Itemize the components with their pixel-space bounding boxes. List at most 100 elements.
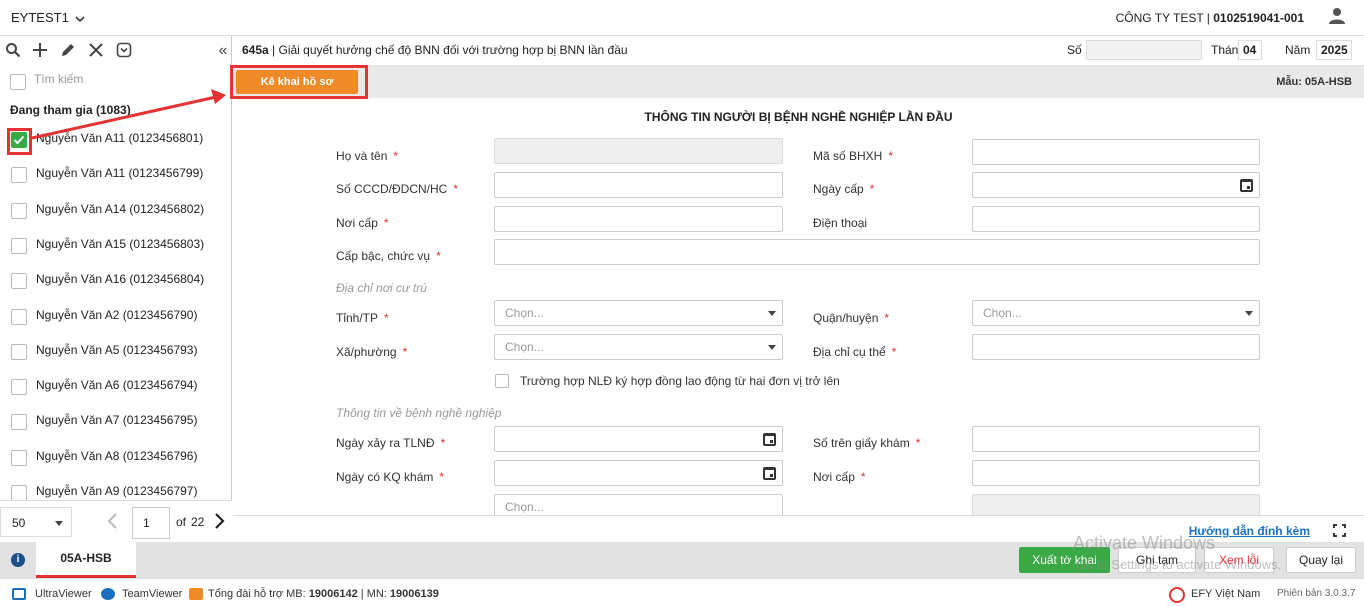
- noi-cap-2-input[interactable]: [972, 460, 1260, 486]
- noi-cap-label: Nơi cấp *: [336, 216, 389, 230]
- page-value: 1: [143, 516, 150, 530]
- employee-label[interactable]: Nguyễn Văn A7 (0123456795): [36, 413, 197, 427]
- ngay-xay-ra-input[interactable]: [494, 426, 783, 452]
- thang-input[interactable]: 04: [1238, 40, 1262, 60]
- quay-lai-button[interactable]: Quay lại: [1286, 547, 1356, 573]
- tinh-tp-select[interactable]: Chọn...: [494, 300, 783, 326]
- employee-label[interactable]: Nguyễn Văn A15 (0123456803): [36, 237, 204, 251]
- ngay-cap-input[interactable]: [972, 172, 1260, 198]
- teamviewer-link[interactable]: TeamViewer: [122, 588, 182, 600]
- ngay-kq-kham-label: Ngày có KQ khám *: [336, 470, 445, 484]
- employee-label[interactable]: Nguyễn Văn A9 (0123456797): [36, 484, 197, 498]
- pager: 50 1 of 22: [0, 500, 232, 542]
- ma-so-bhxh-input[interactable]: [972, 139, 1260, 165]
- ho-ten-label: Họ và tên *: [336, 149, 399, 163]
- cap-bac-input[interactable]: [494, 239, 1260, 265]
- section-address: Địa chỉ nơi cư trú: [336, 281, 427, 295]
- dien-thoai-input[interactable]: [972, 206, 1260, 232]
- calendar-icon[interactable]: [1240, 179, 1253, 192]
- top-bar: EYTEST1 CÔNG TY TEST | 0102519041-001: [0, 0, 1364, 36]
- dropdown-box-icon[interactable]: [115, 42, 133, 60]
- info-icon[interactable]: i: [11, 553, 25, 567]
- employee-checkbox[interactable]: [11, 202, 27, 219]
- fullscreen-icon[interactable]: [1333, 524, 1346, 540]
- partial-input[interactable]: [972, 494, 1260, 515]
- employee-label[interactable]: Nguyễn Văn A16 (0123456804): [36, 272, 204, 286]
- employee-checkbox[interactable]: [11, 273, 27, 290]
- company-info: CÔNG TY TEST | 0102519041-001: [1116, 11, 1304, 25]
- prev-page-icon[interactable]: [106, 512, 118, 533]
- calendar-icon[interactable]: [763, 433, 776, 446]
- calendar-icon[interactable]: [763, 467, 776, 480]
- ultraviewer-link[interactable]: UltraViewer: [35, 588, 92, 600]
- close-icon[interactable]: [87, 42, 105, 60]
- add-icon[interactable]: [31, 42, 49, 60]
- employee-checkbox[interactable]: [11, 237, 27, 254]
- ho-ten-input[interactable]: [494, 138, 783, 164]
- form-template-label: Mẫu: 05A-HSB: [1276, 76, 1352, 88]
- so-cccd-input[interactable]: [494, 172, 783, 198]
- app-name: EYTEST1: [11, 10, 69, 25]
- ngay-kq-kham-input[interactable]: [494, 460, 783, 486]
- chevron-down-icon: [55, 521, 63, 526]
- ngay-cap-label: Ngày cấp *: [813, 182, 875, 196]
- employee-checkbox[interactable]: [11, 449, 27, 466]
- employee-checkbox[interactable]: [11, 167, 27, 184]
- page-input[interactable]: 1: [132, 507, 170, 539]
- employee-checkbox[interactable]: [11, 343, 27, 360]
- employee-label[interactable]: Nguyễn Văn A2 (0123456790): [36, 308, 197, 322]
- so-giay-kham-input[interactable]: [972, 426, 1260, 452]
- select-all-checkbox[interactable]: [10, 74, 26, 90]
- search-icon[interactable]: [4, 42, 22, 60]
- partial-select[interactable]: Chọn...: [494, 494, 783, 515]
- nam-input[interactable]: 2025: [1316, 40, 1352, 60]
- next-page-icon[interactable]: [214, 512, 226, 533]
- employee-label[interactable]: Nguyễn Văn A6 (0123456794): [36, 378, 197, 392]
- employee-checkbox[interactable]: [11, 379, 27, 396]
- employee-checkbox[interactable]: [11, 485, 27, 501]
- employee-label[interactable]: Nguyễn Văn A11 (0123456799): [36, 166, 203, 180]
- activate-windows-title: Activate Windows: [1073, 533, 1216, 553]
- employee-checkbox[interactable]: [11, 308, 27, 325]
- employee-label[interactable]: Nguyễn Văn A5 (0123456793): [36, 343, 197, 357]
- employee-label[interactable]: Nguyễn Văn A8 (0123456796): [36, 449, 197, 463]
- xa-phuong-select[interactable]: Chọn...: [494, 334, 783, 360]
- employee-label[interactable]: Nguyễn Văn A14 (0123456802): [36, 202, 204, 216]
- noi-cap-2-label: Nơi cấp *: [813, 470, 866, 484]
- nam-value: 2025: [1321, 43, 1348, 57]
- efy-logo-icon: [1169, 587, 1185, 603]
- annotation-arrow: [31, 89, 226, 140]
- tab-05a-hsb[interactable]: 05A-HSB: [36, 542, 136, 578]
- employee-checkbox[interactable]: [11, 414, 27, 431]
- sidebar-search-input[interactable]: Tìm kiếm: [34, 72, 83, 86]
- highlight-kekhai-box: [230, 65, 368, 99]
- xa-phuong-label: Xã/phường *: [336, 345, 408, 359]
- ngay-xay-ra-label: Ngày xảy ra TLNĐ *: [336, 436, 446, 450]
- chevron-down-icon: [75, 11, 85, 26]
- form-title: 645a | Giải quyết hưởng chế độ BNN đối v…: [242, 43, 628, 57]
- so-input[interactable]: [1086, 40, 1202, 60]
- user-icon[interactable]: [1328, 7, 1346, 25]
- select-placeholder: Chọn...: [505, 340, 544, 354]
- so-giay-kham-label: Số trên giấy khám *: [813, 436, 921, 450]
- activate-windows-subtitle: Go to Settings to activate Windows.: [1076, 557, 1282, 572]
- dia-chi-input[interactable]: [972, 334, 1260, 360]
- edit-icon[interactable]: [59, 42, 77, 60]
- efy-label: EFY Việt Nam: [1191, 588, 1261, 600]
- app-switcher[interactable]: EYTEST1: [11, 10, 85, 26]
- page-size-select[interactable]: 50: [0, 507, 72, 537]
- select-placeholder: Chọn...: [505, 500, 544, 514]
- status-bar: UltraViewer TeamViewer Tổng đài hỗ trợ M…: [0, 578, 1364, 606]
- quan-huyen-select[interactable]: Chọn...: [972, 300, 1260, 326]
- form-heading: THÔNG TIN NGƯỜI BỊ BỆNH NGHỀ NGHIỆP LẦN …: [644, 110, 953, 124]
- page-of-label: of: [176, 515, 187, 529]
- teamviewer-icon[interactable]: [101, 588, 115, 600]
- hotline-text: Tổng đài hỗ trợ MB: 19006142 | MN: 19006…: [208, 588, 439, 600]
- noi-cap-input[interactable]: [494, 206, 783, 232]
- collapse-sidebar-icon[interactable]: «: [214, 42, 232, 60]
- multi-contract-checkbox[interactable]: [495, 374, 509, 388]
- quan-huyen-label: Quận/huyện *: [813, 311, 890, 325]
- dien-thoai-label: Điện thoại: [813, 216, 868, 230]
- ultraviewer-icon[interactable]: [12, 588, 26, 600]
- select-placeholder: Chọn...: [983, 306, 1022, 320]
